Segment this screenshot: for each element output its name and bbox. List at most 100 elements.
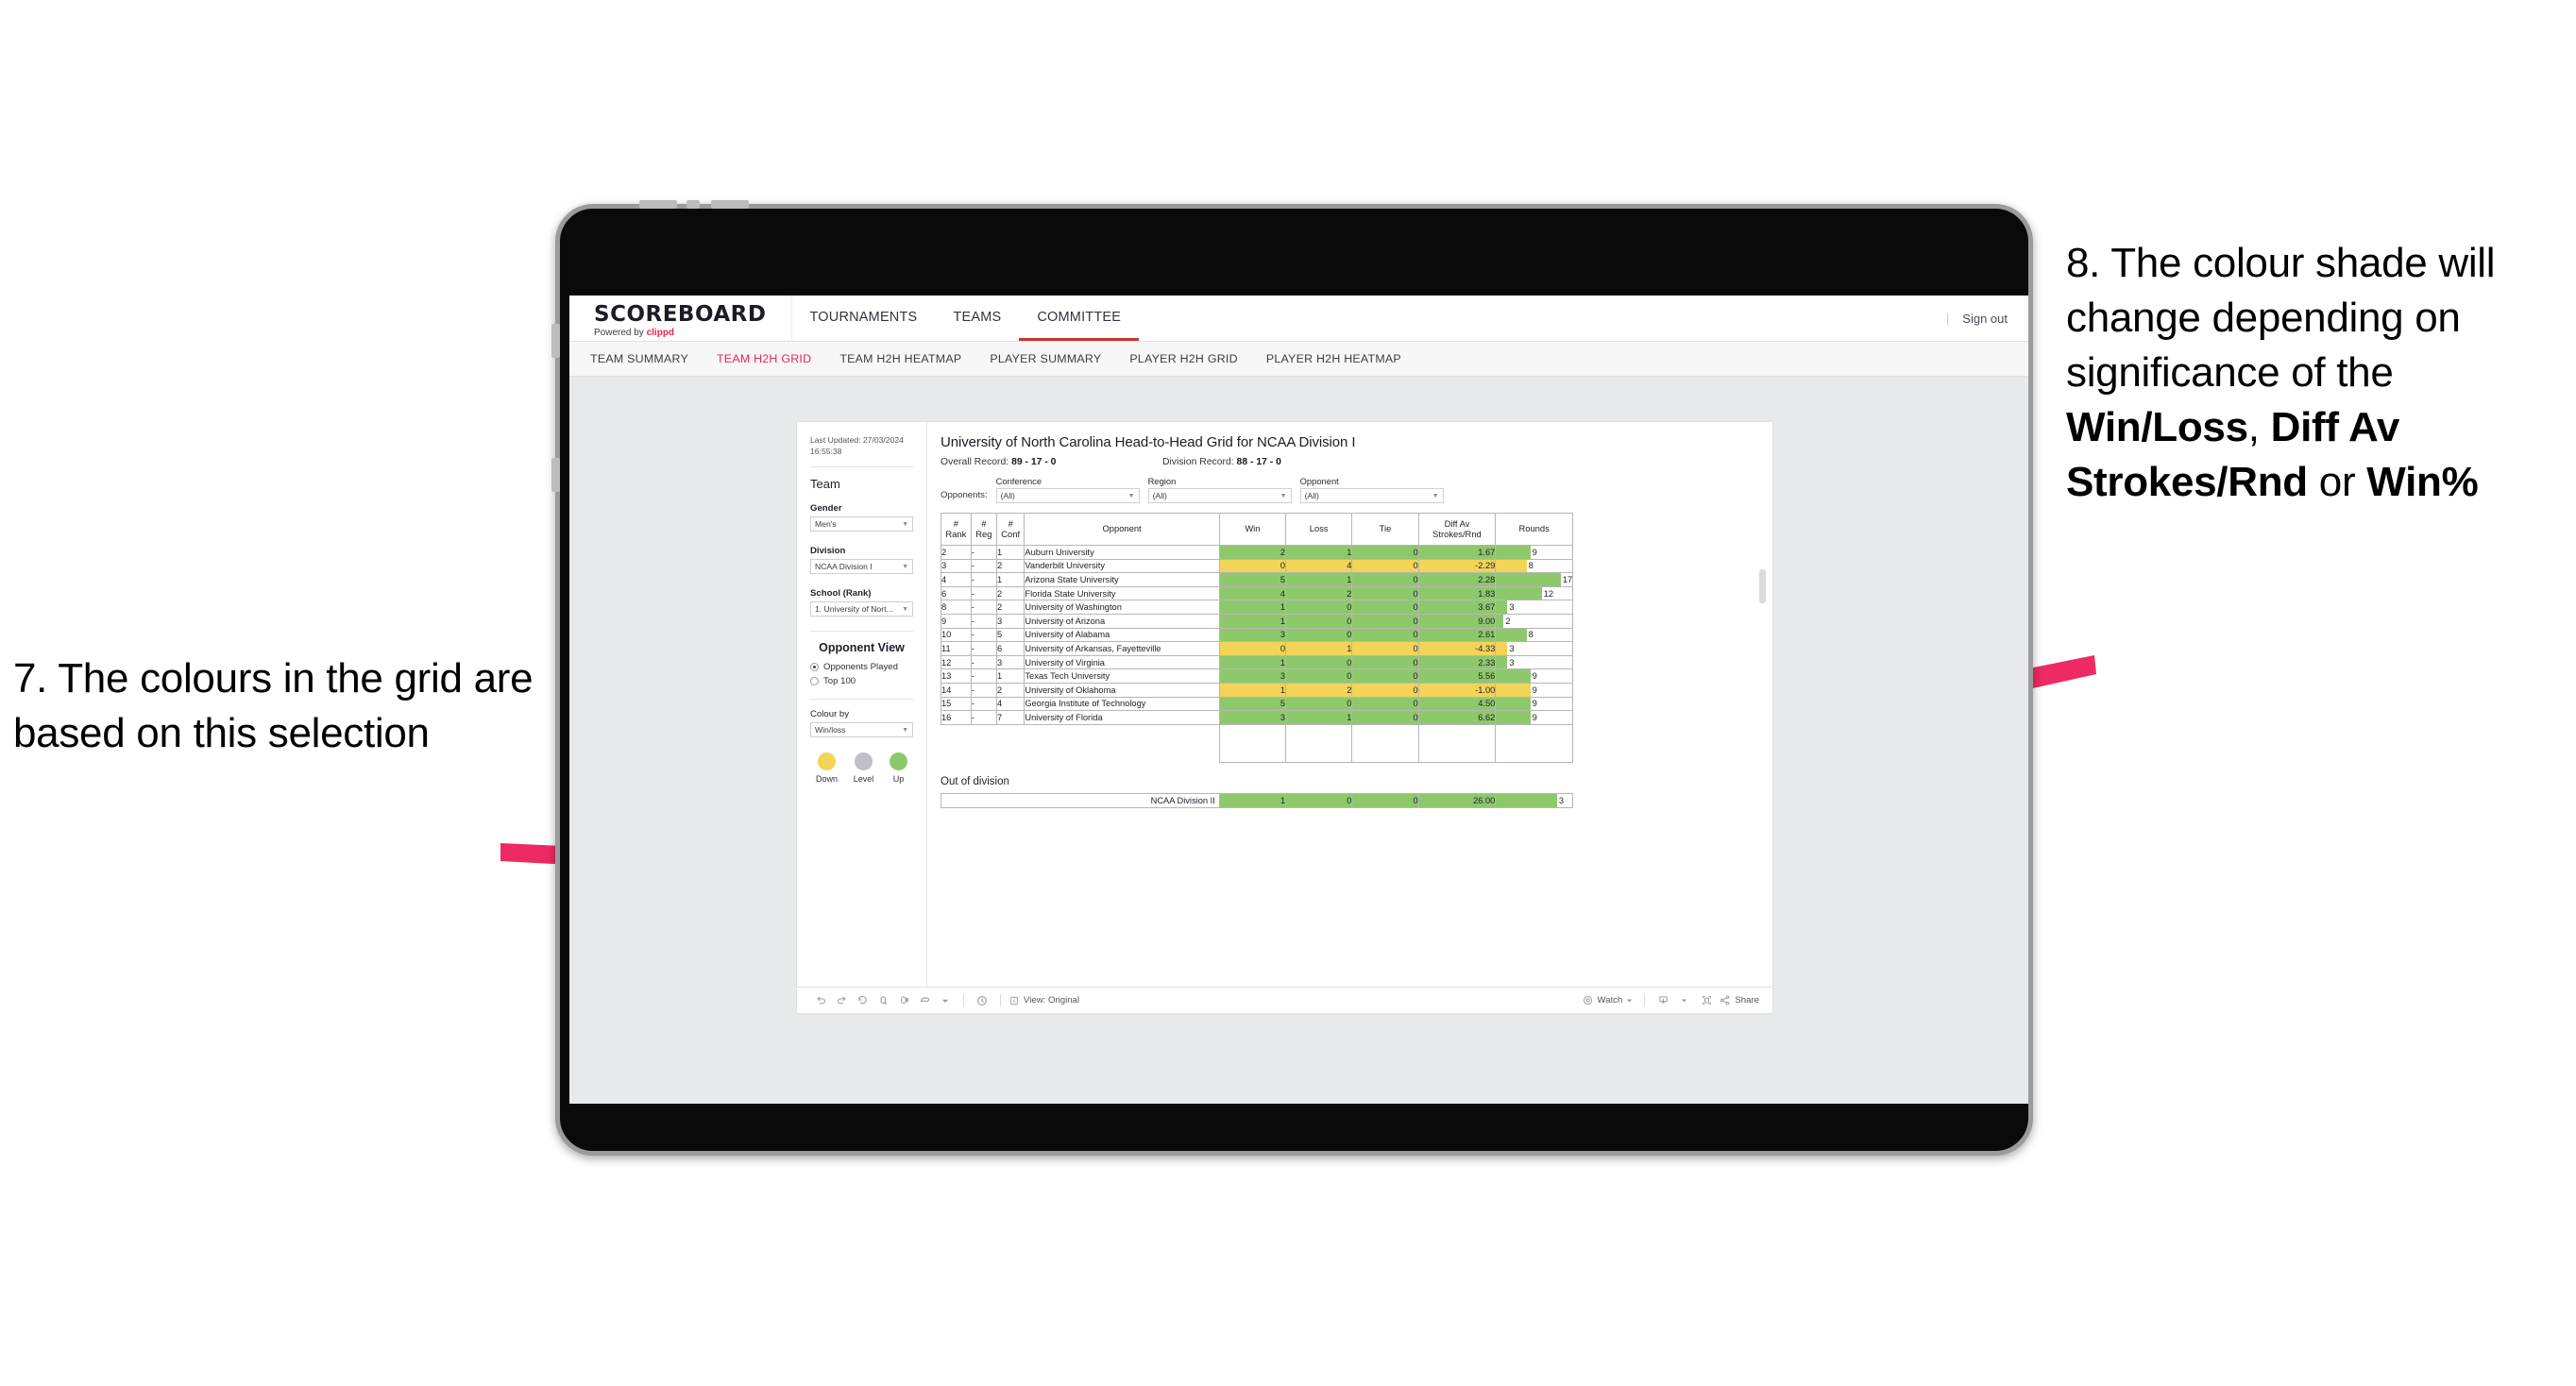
- conference-label: Conference: [995, 476, 1042, 486]
- cell-rank: 3: [941, 558, 972, 574]
- table-row[interactable]: 2-1 Auburn University 2 1 0 1.67 9: [941, 545, 1573, 560]
- opponent-select[interactable]: (All) ▼: [1299, 488, 1444, 503]
- col-header-rounds[interactable]: Rounds: [1495, 513, 1573, 546]
- alert-icon[interactable]: [972, 992, 992, 1009]
- download-chevron-icon[interactable]: [1673, 992, 1694, 1009]
- logo-brand-clippd: clippd: [646, 327, 675, 338]
- topnav-divider: |: [1945, 311, 1950, 326]
- cell-conf: 1: [995, 668, 1025, 684]
- school-label: School (Rank): [810, 588, 872, 600]
- col-header-rank[interactable]: # Rank: [941, 513, 972, 546]
- nav-tab-tournaments[interactable]: TOURNAMENTS: [792, 296, 936, 341]
- cell-rounds: 2: [1495, 613, 1573, 629]
- tablet-top-button-1: [639, 200, 677, 209]
- gender-select[interactable]: Men's ▼: [810, 516, 913, 532]
- subtab-team-h2h-grid[interactable]: TEAM H2H GRID: [717, 352, 811, 365]
- app-logo[interactable]: SCOREBOARD Powered by clippd: [569, 296, 792, 341]
- subtab-team-h2h-heatmap[interactable]: TEAM H2H HEATMAP: [839, 352, 961, 365]
- tablet-screen: SCOREBOARD Powered by clippd TOURNAMENTS…: [569, 296, 2028, 1104]
- nav-tab-committee[interactable]: COMMITTEE: [1019, 296, 1140, 341]
- share-icon: [1719, 994, 1731, 1006]
- subtab-player-h2h-heatmap[interactable]: PLAYER H2H HEATMAP: [1266, 352, 1401, 365]
- conference-select[interactable]: (All) ▼: [995, 488, 1140, 503]
- toolbar-separator-3: [1644, 994, 1646, 1006]
- division-record-label: Division Record:: [1162, 457, 1234, 467]
- table-row[interactable]: 12-3 University of Virginia 1 0 0 2.33 3: [941, 654, 1573, 670]
- nav-tab-teams[interactable]: TEAMS: [935, 296, 1019, 341]
- cell-diff: -4.33: [1417, 641, 1497, 656]
- table-row[interactable]: 3-2 Vanderbilt University 0 4 0 -2.29 8: [941, 558, 1573, 574]
- col-header-reg[interactable]: # Reg: [970, 513, 997, 546]
- cell-loss: 1: [1285, 545, 1353, 560]
- table-row[interactable]: 16-7 University of Florida 3 1 0 6.62 9: [941, 710, 1573, 725]
- table-row[interactable]: 4-1 Arizona State University 5 1 0 2.28 17: [941, 572, 1573, 587]
- download-icon[interactable]: [1652, 992, 1673, 1009]
- radio-top-100[interactable]: Top 100: [810, 676, 913, 686]
- out-of-division-row[interactable]: NCAA Division II 1 0 0 26.00 3: [941, 792, 1573, 808]
- cell-conf: 3: [995, 654, 1025, 670]
- table-row[interactable]: 11-6 University of Arkansas, Fayetteville…: [941, 641, 1573, 656]
- division-label: Division: [810, 546, 846, 557]
- chevron-down-icon[interactable]: [935, 992, 956, 1009]
- table-row[interactable]: 10-5 University of Alabama 3 0 0 2.61 8: [941, 627, 1573, 643]
- ood-cell-diff: 26.00: [1417, 792, 1497, 808]
- table-row[interactable]: 9-3 University of Arizona 1 0 0 9.00 2: [941, 613, 1573, 629]
- logo-tagline: Powered by clippd: [594, 327, 767, 338]
- cell-tie: 0: [1351, 613, 1419, 629]
- record-summary: Overall Record: 89 - 17 - 0 Division Rec…: [941, 457, 1757, 467]
- subtab-player-h2h-grid[interactable]: PLAYER H2H GRID: [1129, 352, 1237, 365]
- chevron-down-icon: ▼: [902, 563, 908, 570]
- ood-cell-win: 1: [1218, 792, 1287, 808]
- subtab-team-summary[interactable]: TEAM SUMMARY: [590, 352, 688, 365]
- col-win-l1: Win: [1245, 523, 1261, 534]
- share-button[interactable]: Share: [1719, 994, 1759, 1006]
- nav-tab-teams-label: TEAMS: [953, 309, 1002, 325]
- cell-rounds: 17: [1495, 572, 1573, 587]
- cell-rounds: 9: [1495, 545, 1573, 560]
- fullscreen-icon[interactable]: [1694, 992, 1719, 1009]
- cell-conf: 3: [995, 613, 1025, 629]
- region-value: (All): [1152, 491, 1167, 500]
- scrollbar-thumb[interactable]: [1759, 569, 1766, 603]
- col-header-tie[interactable]: Tie: [1351, 513, 1419, 546]
- region-select[interactable]: (All) ▼: [1147, 488, 1292, 503]
- colour-by-select[interactable]: Win/loss ▼: [810, 722, 913, 738]
- conference-value: (All): [1000, 491, 1015, 500]
- annotation-right-mid1: ,: [2247, 404, 2271, 451]
- col-header-diff[interactable]: Diff Av Strokes/Rnd: [1417, 513, 1497, 546]
- cell-tie: 0: [1351, 654, 1419, 670]
- cell-rank: 6: [941, 585, 972, 601]
- col-diff-l1: Diff Av: [1444, 517, 1470, 529]
- view-original-button[interactable]: View: Original: [1008, 995, 1079, 1006]
- cell-loss: 2: [1285, 585, 1353, 601]
- refresh-icon[interactable]: [873, 992, 893, 1009]
- undo-icon[interactable]: [810, 992, 831, 1009]
- cell-reg: -: [970, 572, 997, 587]
- col-rank-l2: Rank: [945, 528, 967, 539]
- radio-opponents-played[interactable]: Opponents Played: [810, 662, 913, 672]
- team-section-heading: Team: [810, 477, 840, 492]
- col-header-conf[interactable]: # Conf: [995, 513, 1025, 546]
- table-row[interactable]: 14-2 University of Oklahoma 1 2 0 -1.00 9: [941, 682, 1573, 698]
- division-select[interactable]: NCAA Division I ▼: [810, 559, 913, 575]
- table-row[interactable]: 6-2 Florida State University 4 2 0 1.83 12: [941, 585, 1573, 601]
- col-header-opponent[interactable]: Opponent: [1024, 513, 1220, 546]
- dashboard-icon[interactable]: [914, 992, 935, 1009]
- table-row[interactable]: 13-1 Texas Tech University 3 0 0 5.56 9: [941, 668, 1573, 684]
- table-vertical-scrollbar[interactable]: [1759, 545, 1766, 724]
- watch-button[interactable]: Watch: [1582, 994, 1634, 1006]
- cell-tie: 0: [1351, 600, 1419, 615]
- col-header-win[interactable]: Win: [1218, 513, 1287, 546]
- dashboard-canvas: Last Updated: 27/03/2024 16:55:38 Team G…: [569, 377, 2028, 1103]
- col-header-loss[interactable]: Loss: [1285, 513, 1353, 546]
- table-row[interactable]: 8-2 University of Washington 1 0 0 3.67 3: [941, 600, 1573, 615]
- sign-out-link[interactable]: Sign out: [1962, 312, 2008, 326]
- sidebar-divider-2: [810, 631, 913, 633]
- table-row[interactable]: 15-4 Georgia Institute of Technology 5 0 0 4.…: [941, 696, 1573, 712]
- revert-icon[interactable]: [852, 992, 873, 1009]
- redo-icon[interactable]: [831, 992, 852, 1009]
- school-select[interactable]: 1. University of Nort... ▼: [810, 601, 913, 617]
- pause-icon[interactable]: [893, 992, 914, 1009]
- cell-diff: 2.61: [1417, 627, 1497, 643]
- subtab-player-summary[interactable]: PLAYER SUMMARY: [990, 352, 1101, 365]
